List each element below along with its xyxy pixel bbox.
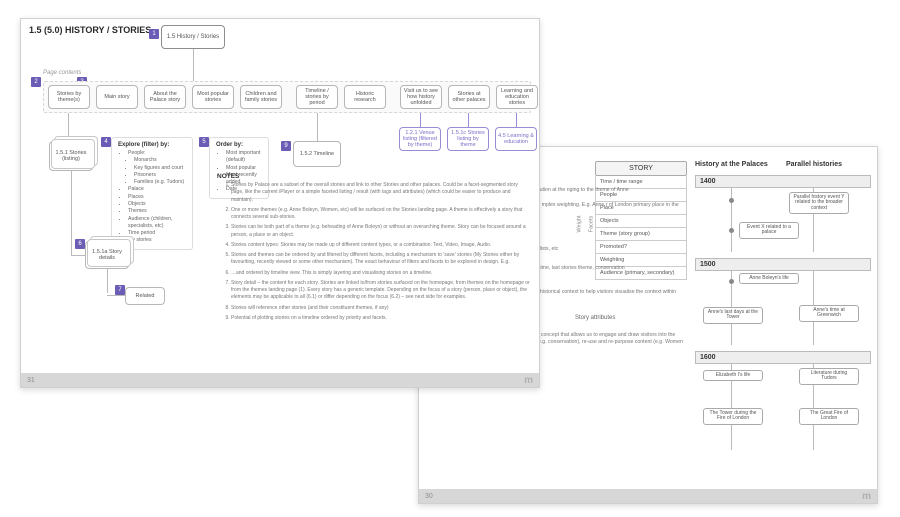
connector: [71, 171, 72, 255]
note-item: …and ordered by timeline view. This is s…: [231, 270, 531, 277]
explore-item: Objects: [128, 201, 186, 208]
event-box: Literature during Tudors: [799, 368, 859, 385]
page-title: 1.5 (5.0) HISTORY / STORIES: [29, 25, 151, 35]
sub-node[interactable]: 1.2.1 Venue listing (filtered by theme): [399, 127, 441, 151]
badge-9: 9: [281, 141, 291, 151]
explore-item: Key figures and court: [134, 165, 186, 172]
explore-heading: Explore (filter) by:: [118, 142, 186, 148]
badge-7: 7: [115, 285, 125, 295]
note-item: Stories by Palace are a subset of the ov…: [231, 182, 531, 204]
col-header-history: History at the Palaces: [695, 161, 780, 169]
node-stories-listing[interactable]: 1.5.1 Stories (listing): [49, 141, 93, 171]
note-item: Story detail – the content for each stor…: [231, 280, 531, 302]
notes-heading: NOTES: [217, 173, 531, 180]
timeline-1400: Parallel history event Y related to the …: [695, 188, 871, 252]
tab[interactable]: Children and family stories: [240, 85, 282, 109]
event-box: The Great Fire of London: [799, 408, 859, 425]
connector: [468, 113, 469, 127]
era-1600: 1600: [695, 351, 871, 364]
slide1-page-number: 31: [27, 377, 35, 384]
tab[interactable]: Visit us to see how history unfolded: [400, 85, 442, 109]
badge-1: 1: [149, 29, 159, 39]
tab[interactable]: About the Palace story: [144, 85, 186, 109]
note-item: One or more themes (e.g. Anne Boleyn, Wo…: [231, 207, 531, 222]
tab[interactable]: Historic research: [344, 85, 386, 109]
badge-4: 4: [101, 137, 111, 147]
tab[interactable]: Stories by theme(s): [48, 85, 90, 109]
slide1-footer: 31 m: [21, 373, 539, 387]
sub-node[interactable]: 1.5.1c Stories listing by theme: [447, 127, 489, 151]
event-box: The Tower during the Fire of London: [703, 408, 763, 425]
timeline-1500: Anne Boleyn's life Anne's last days at t…: [695, 271, 871, 345]
tab[interactable]: Timeline / stories by period: [296, 85, 338, 109]
tab[interactable]: Most popular stories: [192, 85, 234, 109]
event-box: Elizabeth I's life: [703, 370, 763, 382]
explore-item: Themes: [128, 208, 186, 215]
slide-1: 1.5 (5.0) HISTORY / STORIES 1 1.5 Histor…: [20, 18, 540, 388]
connector: [107, 269, 108, 293]
explore-item: Families (e.g. Tudors): [134, 179, 186, 186]
connector: [107, 295, 125, 296]
explore-item: Monarchs: [134, 157, 186, 164]
notes-section: NOTES Stories by Palace are a subset of …: [217, 169, 531, 367]
tab[interactable]: Main story: [96, 85, 138, 109]
note-item: Stories can be both part of a theme (e.g…: [231, 224, 531, 239]
col-header-parallel: Parallel histories: [786, 161, 871, 169]
badge-6: 6: [75, 239, 85, 249]
connector: [71, 255, 85, 256]
explore-item: My stories: [128, 237, 186, 244]
explore-item: Audience (children, specialists, etc): [128, 216, 186, 231]
tab[interactable]: Stories at other palaces: [448, 85, 490, 109]
connector: [516, 113, 517, 127]
tab[interactable]: Learning and education stories: [496, 85, 538, 109]
node-timeline[interactable]: 1.5.2 Timeline: [293, 141, 341, 167]
badge-2: 2: [31, 77, 41, 87]
timeline-1600: Elizabeth I's life Literature during Tud…: [695, 364, 871, 450]
badge-5: 5: [199, 137, 209, 147]
logo-icon: m: [862, 491, 871, 502]
timeline-column: History at the Palaces Parallel historie…: [695, 161, 871, 483]
explore-item: Time period: [128, 230, 186, 237]
era-1400: 1400: [695, 175, 871, 188]
explore-item: People:: [128, 150, 186, 157]
note-item: Potential of plotting stories on a timel…: [231, 315, 531, 322]
sub-node[interactable]: 4.5 Learning & education: [495, 127, 537, 151]
event-box: Anne's last days at the Tower: [703, 307, 763, 324]
logo-icon: m: [524, 375, 533, 386]
node-related[interactable]: Related: [125, 287, 165, 305]
orderby-heading: Order by:: [216, 142, 262, 148]
era-1500: 1500: [695, 258, 871, 271]
explore-item: Palace: [128, 186, 186, 193]
note-item: Stories content types: Stories may be ma…: [231, 242, 531, 249]
event-box: Anne Boleyn's life: [739, 273, 799, 285]
event-box: Event X related to a palace: [739, 222, 799, 239]
slide2-page-number: 30: [425, 493, 433, 500]
note-item: Stories will reference other stories (an…: [231, 305, 531, 312]
connector: [317, 113, 318, 141]
explore-panel: Explore (filter) by: People: Monarchs Ke…: [111, 137, 193, 250]
page-contents-label: Page contents: [43, 70, 81, 76]
title-node: 1.5 History / Stories: [161, 25, 225, 49]
connector: [420, 113, 421, 127]
explore-item: Prisoners: [134, 172, 186, 179]
tabs-row: Stories by theme(s) Main story About the…: [43, 81, 531, 113]
explore-item: Places: [128, 194, 186, 201]
note-item: Stories and themes can be ordered by and…: [231, 252, 531, 267]
slide2-footer: 30 m: [419, 489, 877, 503]
orderby-item: Most important (default): [226, 150, 262, 165]
node-story-details[interactable]: 1.5.1a Story details: [85, 241, 129, 269]
event-box: Anne's time at Greenwich: [799, 305, 859, 322]
connector: [193, 49, 194, 81]
event-box: Parallel history event Y related to the …: [789, 192, 849, 215]
